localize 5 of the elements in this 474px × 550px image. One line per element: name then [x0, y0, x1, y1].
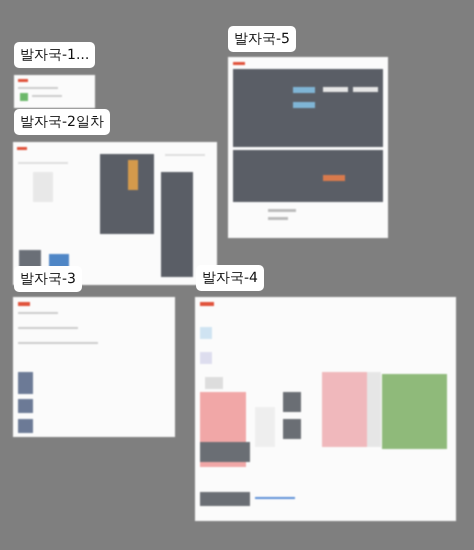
frame-label[interactable]: 발자국-1...	[14, 42, 96, 68]
frame-label[interactable]: 발자국-4	[196, 265, 264, 291]
frame-label[interactable]: 발자국-3	[14, 266, 82, 292]
frame-label[interactable]: 발자국-2일차	[14, 109, 110, 135]
frame-label[interactable]: 발자국-5	[228, 26, 296, 52]
